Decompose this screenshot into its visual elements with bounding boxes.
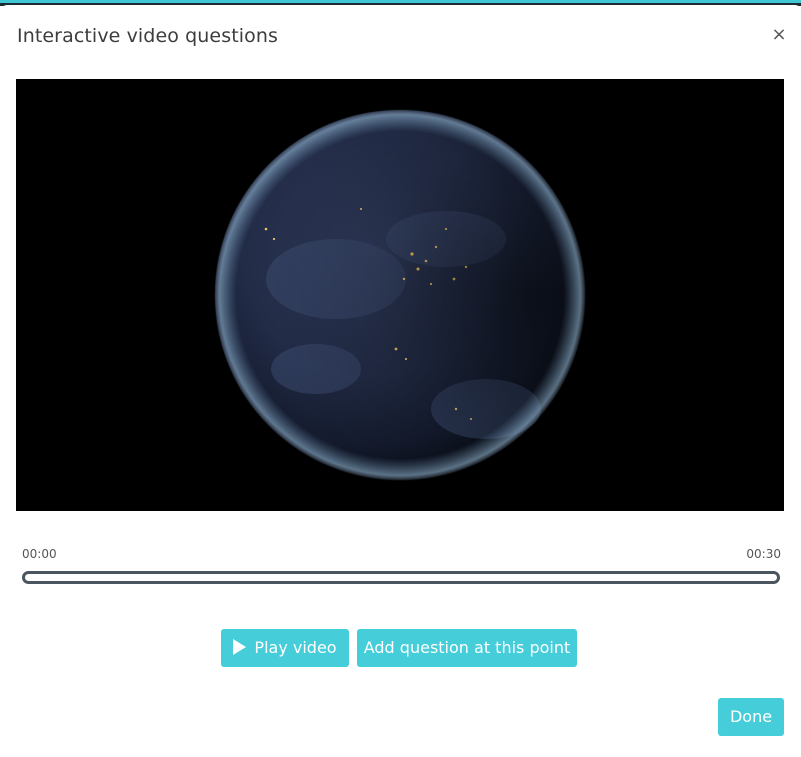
add-question-button[interactable]: Add question at this point [357, 629, 577, 667]
play-video-label: Play video [254, 638, 337, 657]
close-icon[interactable]: × [771, 25, 787, 45]
background-accent-bar [0, 0, 801, 3]
add-question-label: Add question at this point [363, 638, 571, 657]
video-frame-earth [16, 79, 784, 511]
timeline-end-time: 00:30 [746, 547, 781, 561]
play-icon [233, 639, 247, 655]
video-player[interactable] [16, 79, 784, 511]
done-label: Done [729, 707, 773, 726]
modal-title: Interactive video questions [17, 25, 279, 47]
play-video-button[interactable]: Play video [221, 629, 349, 667]
done-button[interactable]: Done [718, 698, 784, 736]
video-timeline-scrubber[interactable] [22, 571, 780, 584]
timeline-start-time: 00:00 [22, 547, 57, 561]
